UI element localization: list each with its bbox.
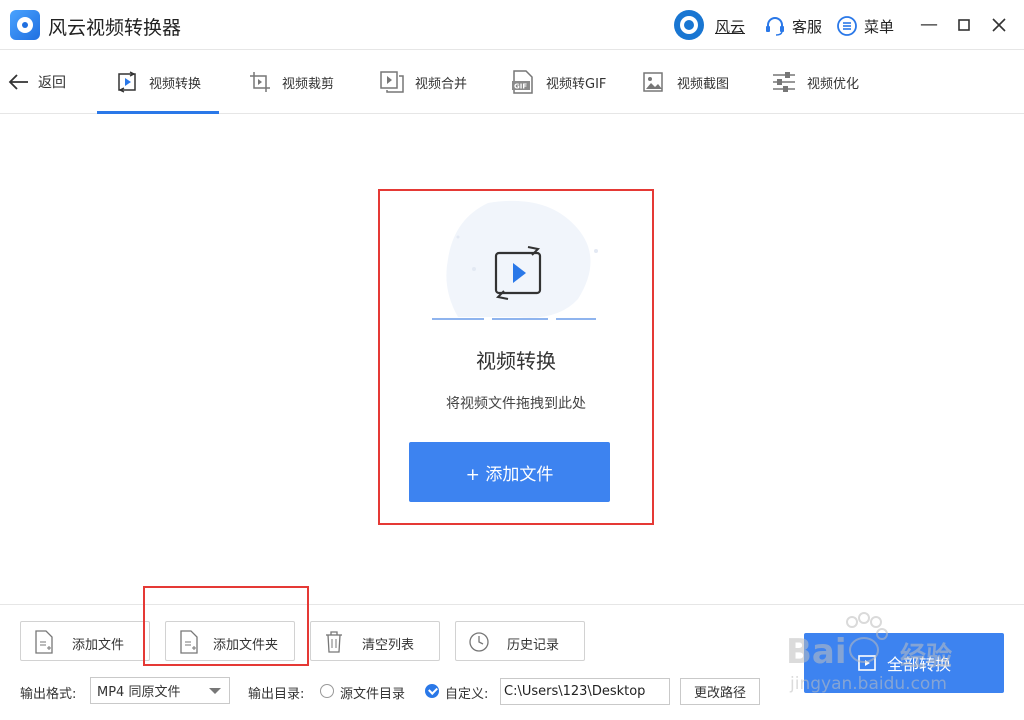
- app-title: 风云视频转换器: [48, 17, 182, 39]
- tab-label: 视频裁剪: [282, 76, 335, 92]
- history-label: 历史记录: [507, 638, 560, 653]
- tab-label: 视频转GIF: [546, 76, 607, 92]
- chevron-down-icon: [209, 688, 221, 694]
- custom-dir-label: 自定义:: [445, 687, 489, 702]
- source-dir-label: 源文件目录: [340, 687, 406, 702]
- close-icon: [992, 18, 1006, 32]
- add-file-button[interactable]: + 添加文件: [409, 442, 610, 502]
- video-convert-icon: [118, 71, 136, 93]
- back-label: 返回: [38, 75, 66, 91]
- tab-bar: 返回 视频转换 视频裁剪 视频合并 GIF 视频转GIF 视频截图 视频优化: [0, 50, 1024, 114]
- drop-zone-hint: 将视频文件拖拽到此处: [446, 396, 586, 412]
- drop-illustration: [432, 200, 598, 320]
- custom-dir-radio[interactable]: [425, 684, 439, 698]
- tab-label: 视频截图: [677, 76, 730, 92]
- add-folder-tool-label: 添加文件夹: [213, 638, 279, 653]
- file-add-icon: [35, 630, 53, 654]
- tab-video-convert[interactable]: 视频转换: [96, 50, 220, 114]
- output-dir-label: 输出目录:: [248, 687, 305, 702]
- trash-icon: [326, 631, 342, 653]
- maximize-button[interactable]: [953, 14, 975, 36]
- user-name-link[interactable]: 风云: [715, 16, 745, 37]
- tab-video-gif[interactable]: GIF 视频转GIF: [510, 50, 606, 114]
- convert-all-label: 全部转换: [886, 655, 951, 674]
- gif-icon: GIF: [512, 70, 533, 94]
- drop-zone-title: 视频转换: [476, 349, 556, 373]
- convert-all-button[interactable]: 全部转换: [804, 633, 1004, 693]
- clear-list-button[interactable]: 清空列表: [310, 621, 440, 661]
- output-format-select[interactable]: MP4 同原文件: [90, 677, 230, 704]
- output-format-label: 输出格式:: [20, 687, 77, 702]
- arrow-left-icon: [8, 74, 28, 90]
- tab-video-merge[interactable]: 视频合并: [379, 50, 467, 114]
- video-merge-icon: [380, 71, 404, 93]
- tab-label: 视频合并: [415, 76, 468, 92]
- tab-video-optimize[interactable]: 视频优化: [771, 50, 859, 114]
- close-button[interactable]: [988, 14, 1010, 36]
- minimize-button[interactable]: —: [918, 14, 940, 36]
- app-logo-icon: [10, 10, 40, 40]
- video-crop-icon: [250, 72, 270, 92]
- headset-icon[interactable]: [764, 15, 786, 37]
- optimize-sliders-icon: [773, 72, 795, 92]
- drop-zone[interactable]: 视频转换 将视频文件拖拽到此处 + 添加文件: [378, 189, 654, 525]
- back-button[interactable]: 返回: [8, 70, 66, 94]
- add-file-tool-button[interactable]: 添加文件: [20, 621, 150, 661]
- maximize-icon: [958, 19, 970, 31]
- tab-label: 视频优化: [807, 76, 860, 92]
- folder-add-icon: [180, 630, 198, 654]
- service-label[interactable]: 客服: [792, 16, 822, 37]
- clear-list-label: 清空列表: [362, 638, 415, 653]
- menu-list-icon[interactable]: [836, 15, 858, 37]
- clock-icon: [469, 632, 489, 652]
- tab-video-crop[interactable]: 视频裁剪: [248, 50, 334, 114]
- menu-label[interactable]: 菜单: [864, 16, 894, 37]
- custom-path-input[interactable]: [500, 678, 670, 705]
- change-path-button[interactable]: 更改路径: [680, 678, 760, 705]
- history-button[interactable]: 历史记录: [455, 621, 585, 661]
- source-dir-radio[interactable]: [320, 684, 334, 698]
- tab-video-screenshot[interactable]: 视频截图: [641, 50, 729, 114]
- title-bar: 风云视频转换器 风云 客服 菜单 —: [0, 0, 1024, 50]
- user-avatar[interactable]: [674, 10, 704, 40]
- add-folder-tool-button[interactable]: 添加文件夹: [165, 621, 295, 661]
- add-file-tool-label: 添加文件: [72, 638, 125, 653]
- convert-icon: [858, 655, 876, 671]
- output-format-value: MP4 同原文件: [97, 685, 181, 700]
- tab-label: 视频转换: [149, 76, 202, 92]
- svg-text:GIF: GIF: [514, 83, 527, 91]
- screenshot-icon: [643, 72, 663, 92]
